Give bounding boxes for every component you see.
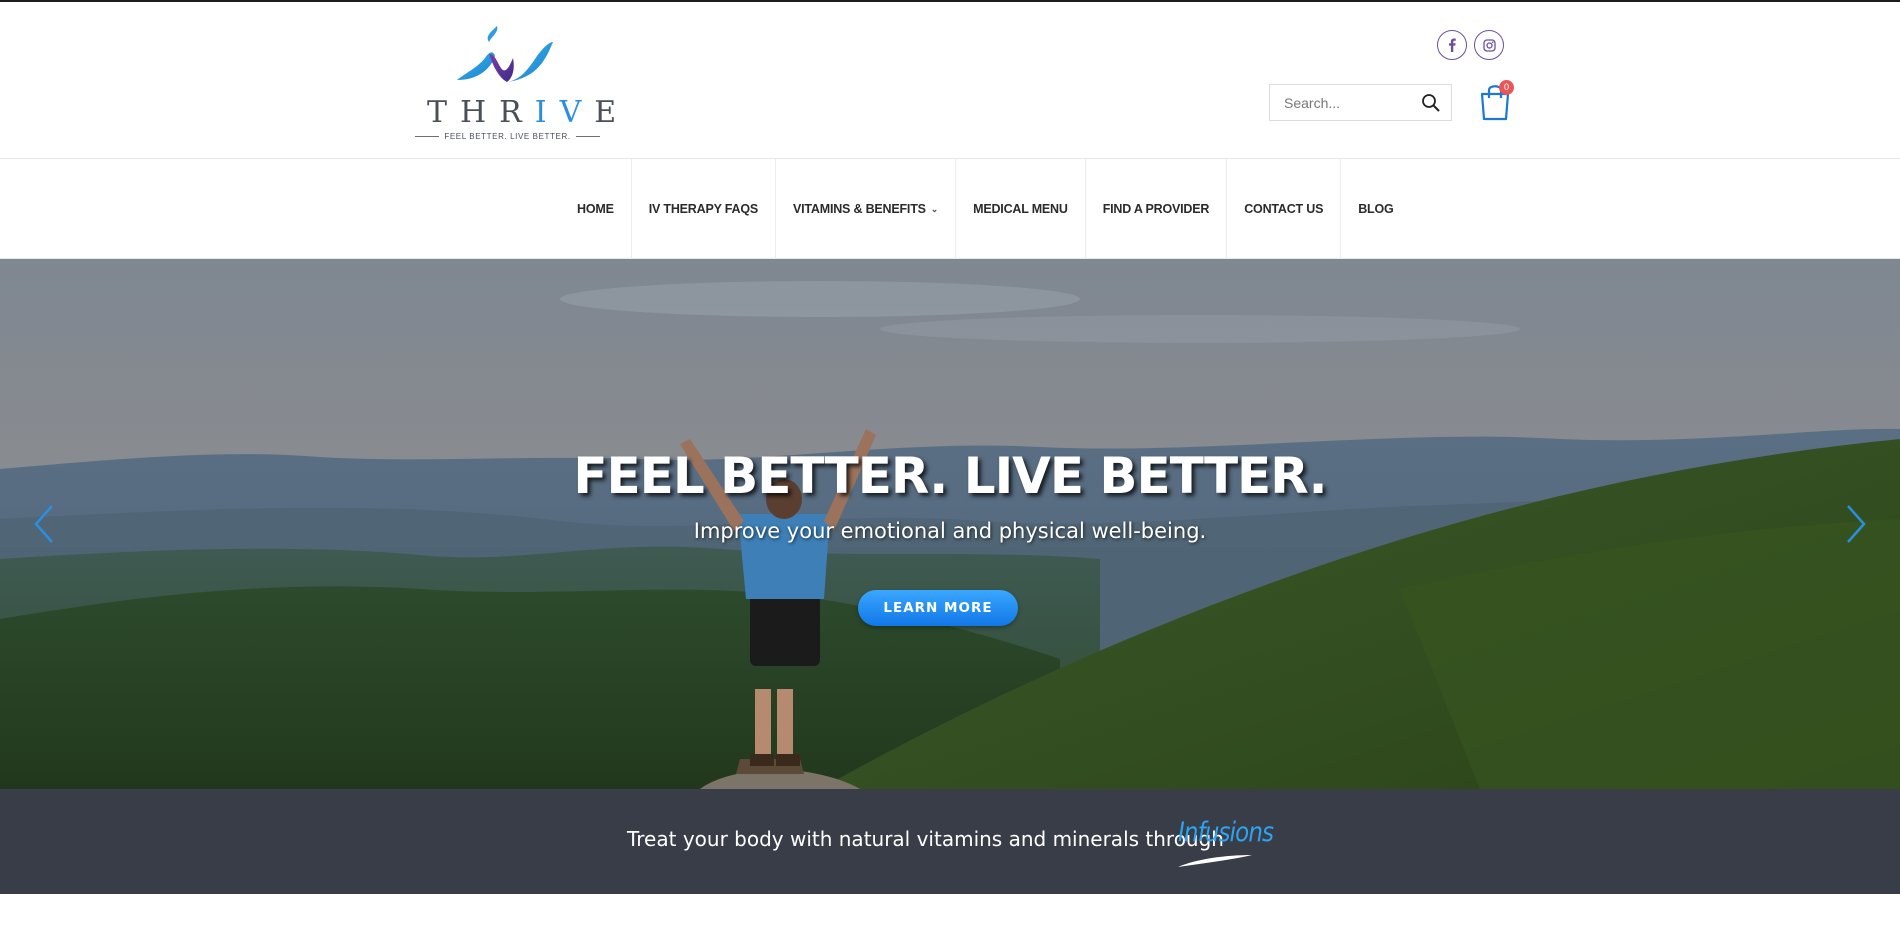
site-logo[interactable]: THRIVE FEEL BETTER. LIVE BETTER.	[415, 22, 630, 142]
chevron-left-icon[interactable]	[30, 502, 60, 546]
banner-script-word: Infusions	[1178, 817, 1274, 848]
nav-item-find-a-provider[interactable]: FIND A PROVIDER	[1084, 159, 1227, 259]
chevron-right-icon[interactable]	[1840, 502, 1870, 546]
search-input[interactable]	[1270, 85, 1410, 120]
nav-item-contact-us[interactable]: CONTACT US	[1226, 159, 1340, 259]
facebook-link[interactable]	[1437, 30, 1467, 60]
hero-title: FEEL BETTER. LIVE BETTER.	[573, 447, 1327, 505]
nav-item-label: VITAMINS & BENEFITS	[793, 202, 926, 216]
search-box	[1269, 84, 1452, 121]
logo-tagline-text: FEEL BETTER. LIVE BETTER.	[444, 131, 571, 141]
nav-item-label: HOME	[577, 202, 614, 216]
swoosh-underline-icon	[1178, 855, 1252, 867]
nav-item-vitamins-benefits[interactable]: VITAMINS & BENEFITS ⌄	[775, 159, 955, 259]
hero-subtitle: Improve your emotional and physical well…	[693, 519, 1207, 543]
learn-more-button[interactable]: LEARN MORE	[858, 590, 1018, 626]
nav-item-blog[interactable]: BLOG	[1340, 159, 1410, 259]
nav-item-home[interactable]: HOME	[560, 159, 631, 259]
logo-wordmark: THRIVE	[427, 95, 630, 130]
main-navigation: HOME IV THERAPY FAQS VITAMINS & BENEFITS…	[0, 158, 1900, 259]
cart-count-badge: 0	[1499, 80, 1514, 95]
infusions-banner: Treat your body with natural vitamins an…	[0, 789, 1900, 894]
nav-item-label: FIND A PROVIDER	[1102, 202, 1210, 216]
search-icon[interactable]	[1421, 93, 1441, 113]
nav-item-iv-therapy-faqs[interactable]: IV THERAPY FAQS	[630, 159, 775, 259]
instagram-link[interactable]	[1474, 30, 1504, 60]
facebook-icon	[1449, 38, 1456, 52]
instagram-icon	[1482, 38, 1496, 52]
hero-slider: FEEL BETTER. LIVE BETTER. Improve your e…	[0, 259, 1900, 789]
nav-item-label: CONTACT US	[1244, 202, 1324, 216]
nav-item-medical-menu[interactable]: MEDICAL MENU	[955, 159, 1085, 259]
nav-item-label: BLOG	[1358, 202, 1394, 216]
logo-mark-icon	[457, 26, 553, 82]
nav-item-label: IV THERAPY FAQS	[648, 202, 758, 216]
logo-tagline: FEEL BETTER. LIVE BETTER.	[415, 130, 601, 142]
banner-text: Treat your body with natural vitamins an…	[627, 827, 1224, 851]
nav-item-label: MEDICAL MENU	[973, 202, 1068, 216]
chevron-down-icon: ⌄	[930, 203, 939, 214]
site-header: THRIVE FEEL BETTER. LIVE BETTER. 0	[0, 2, 1900, 158]
